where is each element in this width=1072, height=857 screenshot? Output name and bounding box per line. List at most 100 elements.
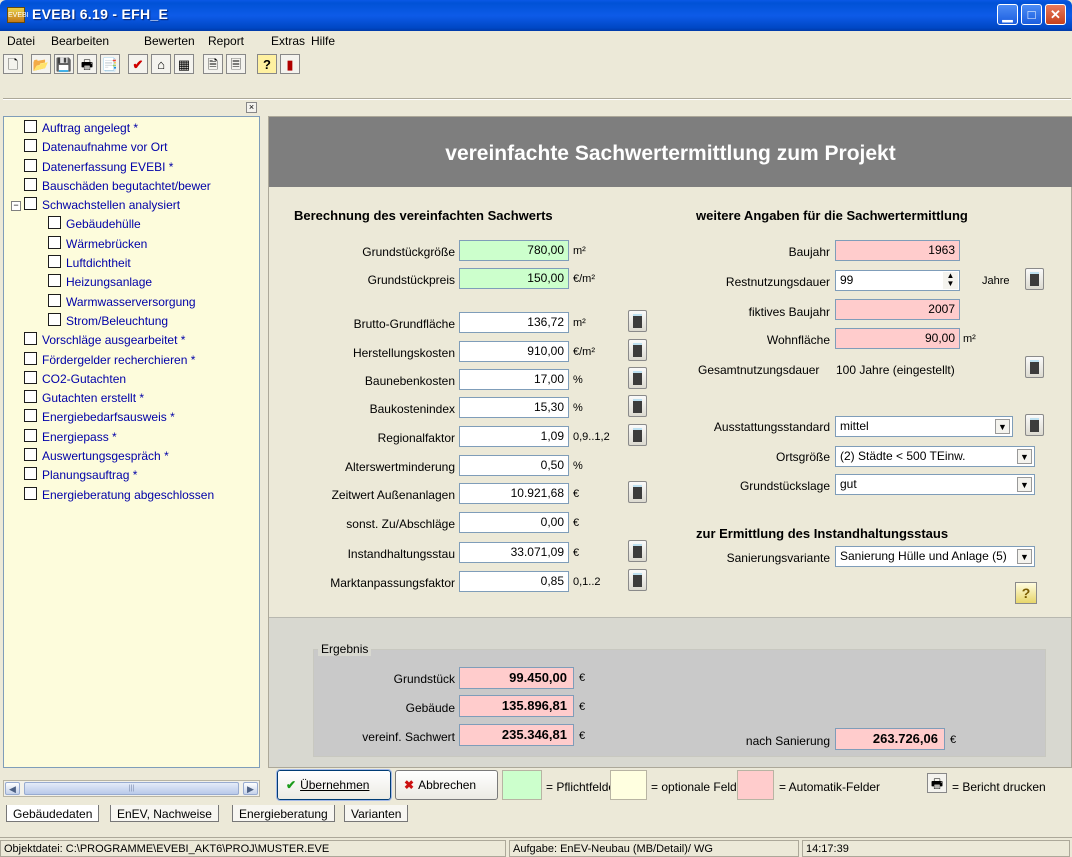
tree-item[interactable]: Energiebedarfsausweis * [24,409,259,428]
tree-item[interactable]: Planungsauftrag * [24,467,259,486]
menu-report[interactable]: Report [208,34,244,48]
tree-item[interactable]: CO2-Gutachten [24,370,259,390]
tab-gebaeudedaten[interactable]: Gebäudedaten [6,805,100,822]
value-field[interactable]: 0,85 [459,571,569,592]
tree-item[interactable]: Auftrag angelegt * [24,120,259,139]
check-icon[interactable]: ✔ [128,54,148,74]
chevron-down-icon[interactable]: ▼ [1017,477,1032,492]
value-field[interactable]: 33.071,09 [459,542,569,563]
tree-item[interactable]: Fördergelder recherchieren * [24,351,259,371]
scroll-left-icon[interactable]: ◀ [5,782,20,795]
checkbox[interactable] [24,390,37,404]
tree-item[interactable]: Datenaufnahme vor Ort [24,139,259,158]
table-icon[interactable]: ▦ [174,54,194,74]
tree-item[interactable]: Luftdichtheit [24,255,259,274]
print-icon[interactable]: 🖶 [77,54,97,74]
calculator-icon[interactable] [628,481,647,503]
ausstattung-calculator-icon[interactable] [1025,414,1044,436]
checkbox[interactable] [24,351,37,365]
help-icon[interactable]: ? [257,54,277,74]
value-field[interactable]: 10.921,68 [459,483,569,504]
tree-item[interactable]: Vorschläge ausgearbeitet * [24,332,259,351]
checkbox[interactable] [48,274,61,288]
tree-item[interactable]: Energieberatung abgeschlossen [24,486,259,506]
restnutzung-spinner[interactable]: 99 ▲ ▼ [835,270,960,291]
checkbox[interactable] [48,312,61,326]
chevron-down-icon[interactable]: ▼ [995,419,1010,434]
value-field[interactable]: 136,72 [459,312,569,333]
scroll-right-icon[interactable]: ▶ [243,782,258,795]
open-folder-icon[interactable]: 📂 [31,54,51,74]
value-field[interactable]: 0,50 [459,455,569,476]
scroll-thumb[interactable]: ||| [24,782,239,795]
value-field[interactable]: 1,09 [459,426,569,447]
checkbox[interactable] [48,235,61,249]
tree-item[interactable]: Strom/Beleuchtung [24,312,259,332]
calculator-icon[interactable] [628,569,647,591]
new-file-icon[interactable]: 🗋 [3,54,23,74]
calculator-icon[interactable] [628,339,647,361]
checkbox[interactable] [24,428,37,442]
chevron-down-icon[interactable]: ▼ [1017,549,1032,564]
tree-item[interactable]: Gebäudehülle [24,216,259,235]
close-button[interactable]: ✕ [1045,4,1066,25]
spinner-arrows-icon[interactable]: ▲ ▼ [943,272,958,289]
chevron-down-icon[interactable]: ▼ [1017,449,1032,464]
report-icon[interactable]: 🗏 [226,54,246,74]
tree-close-icon[interactable]: × [246,102,257,113]
print-icon[interactable]: 🖶 [927,773,947,793]
checkbox[interactable] [48,216,61,230]
ok-button[interactable]: ✔ Übernehmen [276,769,392,801]
restnutzung-calculator-icon[interactable] [1025,268,1044,290]
export-icon[interactable]: 📑 [100,54,120,74]
checkbox[interactable] [24,486,37,500]
house-icon[interactable]: ⌂ [151,54,171,74]
checkbox[interactable] [24,197,37,211]
help-button[interactable]: ? [1015,582,1037,604]
tab-enev[interactable]: EnEV, Nachweise [110,805,219,822]
tree-item[interactable]: Datenerfassung EVEBI * [24,158,259,178]
gesamtnutzung-calculator-icon[interactable] [1025,356,1044,378]
calculator-icon[interactable] [628,395,647,417]
value-field[interactable]: 17,00 [459,369,569,390]
ausstattung-select[interactable]: mittel ▼ [835,416,1013,437]
tree-item[interactable]: Gutachten erstellt * [24,390,259,409]
value-field[interactable]: 780,00 [459,240,569,261]
tree-item[interactable]: Warmwasserversorgung [24,293,259,313]
lage-select[interactable]: gut ▼ [835,474,1035,495]
calculator-icon[interactable] [628,310,647,332]
menu-bearbeiten[interactable]: Bearbeiten [51,34,109,48]
checkbox[interactable] [24,448,37,462]
maximize-button[interactable]: □ [1021,4,1042,25]
checkbox[interactable] [24,177,37,191]
tree-item[interactable]: Energiepass * [24,428,259,448]
save-icon[interactable]: 💾 [54,54,74,74]
calculator-icon[interactable] [628,367,647,389]
checkbox[interactable] [24,158,37,172]
menu-hilfe[interactable]: Hilfe [311,34,335,48]
checkbox[interactable] [24,120,37,133]
tree-item[interactable]: − Schwachstellen analysiert [11,197,259,216]
checkbox[interactable] [48,255,61,269]
value-field[interactable]: 910,00 [459,341,569,362]
minimize-button[interactable]: ▁ [997,4,1018,25]
checkbox[interactable] [24,370,37,384]
tree-item[interactable]: Heizungsanlage [24,274,259,293]
ortsgroesse-select[interactable]: (2) Städte < 500 TEinw. ▼ [835,446,1035,467]
checkbox[interactable] [24,409,37,423]
document-icon[interactable]: 🗎 [203,54,223,74]
value-field[interactable]: 15,30 [459,397,569,418]
tree-item[interactable]: Wärmebrücken [24,235,259,255]
cancel-button[interactable]: ✖ Abbrechen [395,770,498,800]
checkbox[interactable] [48,293,61,307]
collapse-icon[interactable]: − [11,201,21,212]
tree-item[interactable]: Auswertungsgespräch * [24,448,259,467]
sanierung-select[interactable]: Sanierung Hülle und Anlage (5) ▼ [835,546,1035,567]
checkbox[interactable] [24,332,37,346]
calculator-icon[interactable] [628,540,647,562]
value-field[interactable]: 150,00 [459,268,569,289]
tree-item[interactable]: Bauschäden begutachtet/bewer [24,177,259,197]
tab-energieberatung[interactable]: Energieberatung [232,805,335,822]
tree-horizontal-scrollbar[interactable]: ◀ ||| ▶ [3,780,260,797]
exit-icon[interactable]: ▮ [280,54,300,74]
